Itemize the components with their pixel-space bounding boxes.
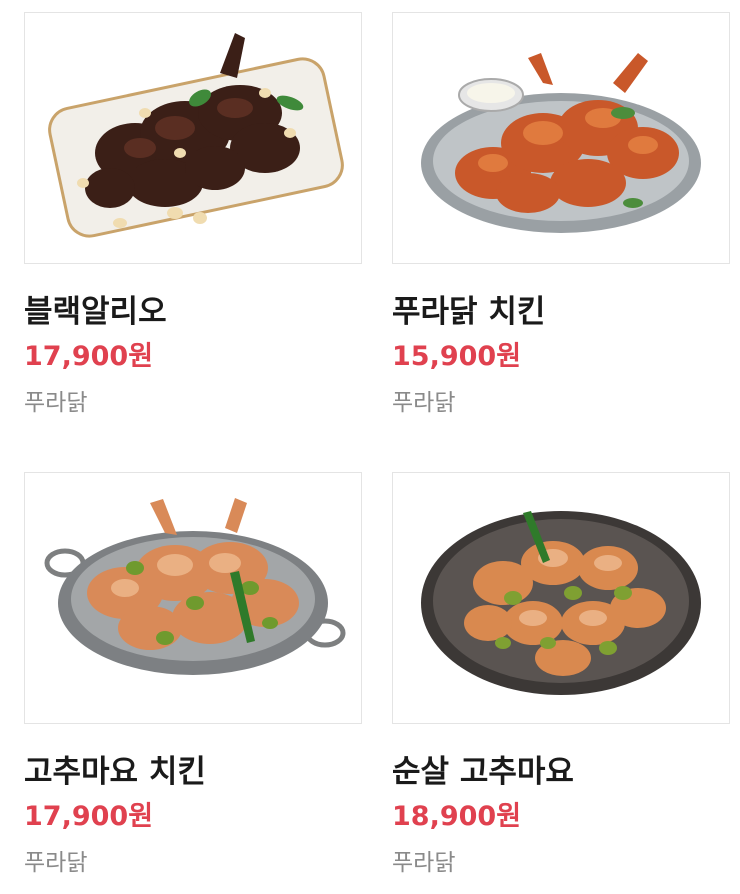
product-card[interactable]: 푸라닭 치킨 15,900원 푸라닭: [392, 12, 730, 417]
product-image[interactable]: [24, 12, 362, 264]
product-card[interactable]: 블랙알리오 17,900원 푸라닭: [24, 12, 362, 417]
black-alio-chicken-platter-image: [48, 33, 344, 238]
product-brand: 푸라닭: [392, 390, 456, 416]
product-price: 17,900원: [24, 801, 154, 832]
product-name[interactable]: 푸라닭 치킨: [392, 294, 730, 330]
product-card[interactable]: 순살 고추마요 18,900원 푸라닭: [392, 472, 730, 877]
product-image[interactable]: [392, 12, 730, 264]
puradak-fried-chicken-tray-image: [421, 53, 701, 233]
product-card[interactable]: 고추마요 치킨 17,900원 푸라닭: [24, 472, 362, 877]
product-brand: 푸라닭: [392, 850, 456, 876]
product-image[interactable]: [392, 472, 730, 724]
gochu-mayo-chicken-pan-image: [44, 498, 346, 675]
product-price: 18,900원: [392, 801, 522, 832]
product-price: 15,900원: [392, 341, 522, 372]
boneless-gochu-mayo-plate-image: [421, 511, 701, 695]
product-image[interactable]: [24, 472, 362, 724]
product-brand: 푸라닭: [24, 850, 88, 876]
product-brand: 푸라닭: [24, 390, 88, 416]
product-name[interactable]: 블랙알리오: [24, 294, 362, 330]
product-name[interactable]: 고추마요 치킨: [24, 754, 362, 790]
product-grid: 블랙알리오 17,900원 푸라닭 푸라닭 치킨 15,900원 푸라닭 고추마…: [0, 0, 740, 894]
product-name[interactable]: 순살 고추마요: [392, 754, 730, 790]
product-price: 17,900원: [24, 341, 154, 372]
